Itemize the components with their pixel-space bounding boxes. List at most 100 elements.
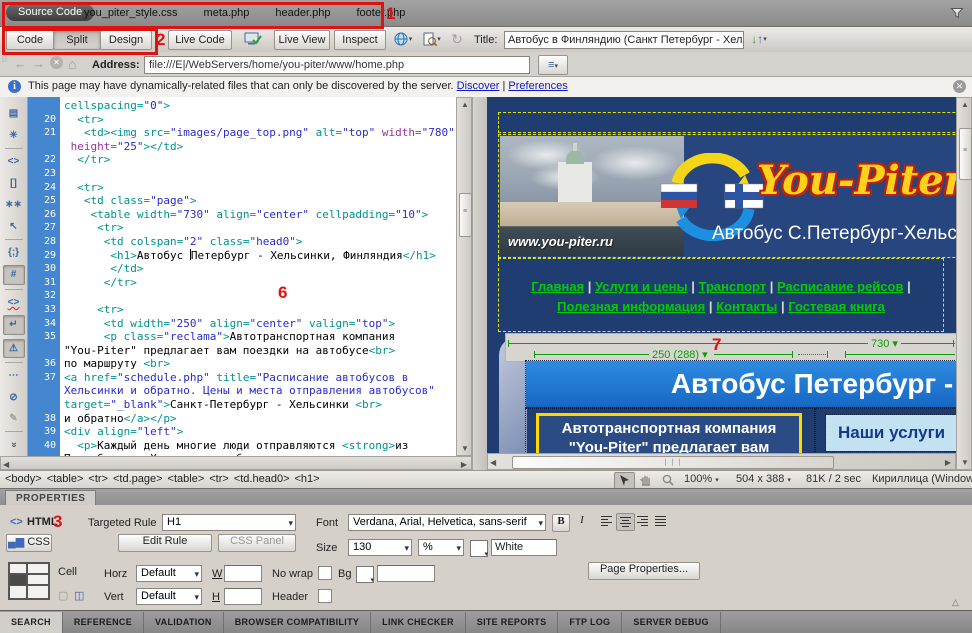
related-file-tab[interactable]: footer.php xyxy=(356,4,405,22)
font-select[interactable]: Verdana, Arial, Helvetica, sans-serif xyxy=(348,514,546,531)
left-table-cell[interactable]: Автотранспортная компания "You-Piter" пр… xyxy=(526,409,814,453)
align-left-icon[interactable] xyxy=(598,513,615,529)
bg-color-swatch[interactable] xyxy=(356,566,374,583)
nav-link[interactable]: Транспорт xyxy=(699,279,767,294)
code-line[interactable]: 20 <tr> xyxy=(28,113,456,127)
toolbar-grip[interactable]: ⁞⁞ xyxy=(2,57,8,64)
code-line[interactable]: 30 </td> xyxy=(28,262,456,276)
code-line[interactable]: 39<div align="left"> xyxy=(28,425,456,439)
address-input[interactable]: file:///E|/WebServers/home/you-piter/www… xyxy=(144,56,530,74)
scroll-right-icon[interactable]: ▶ xyxy=(945,458,951,467)
nav-link[interactable]: Гостевая книга xyxy=(788,299,885,314)
targeted-rule-select[interactable]: H1 xyxy=(162,514,296,531)
design-view[interactable]: www.you-piter.ru xyxy=(487,97,956,453)
check-browser-compatibility-icon[interactable] xyxy=(240,30,266,48)
nav-link[interactable]: Полезная информация xyxy=(557,299,705,314)
horz-select[interactable]: Default xyxy=(136,565,202,582)
align-right-icon[interactable] xyxy=(634,513,651,529)
home-icon[interactable]: ⌂ xyxy=(68,56,76,72)
back-icon[interactable]: ← xyxy=(14,56,27,71)
column-width-menu[interactable]: 250 (288) ▾ xyxy=(649,348,711,361)
source-code-tab[interactable]: Source Code xyxy=(6,4,94,21)
live-code-button[interactable]: Live Code xyxy=(168,30,232,50)
code-line[interactable]: 31 </tr> xyxy=(28,276,456,290)
code-line[interactable]: 36по маршруту <br> xyxy=(28,357,456,371)
nav-link[interactable]: Услуги и цены xyxy=(595,279,688,294)
preview-in-browser-icon[interactable]: ▾ xyxy=(392,30,414,48)
live-view-button[interactable]: Live View xyxy=(274,30,330,50)
code-line[interactable]: 33 <tr> xyxy=(28,303,456,317)
code-line[interactable]: 35 <p class="reclama">Автотранспортная к… xyxy=(28,330,456,344)
css-panel-button[interactable]: CSS Panel xyxy=(218,534,296,552)
size-select[interactable]: 130 xyxy=(348,539,412,556)
code-line[interactable]: 21 <td><img src="images/page_top.png" al… xyxy=(28,126,456,140)
related-file-tab[interactable]: meta.php xyxy=(204,4,250,22)
code-line[interactable]: 22 </tr> xyxy=(28,153,456,167)
code-line[interactable]: 37<a href="schedule.php" title="Расписан… xyxy=(28,371,456,385)
design-view-button[interactable]: Design xyxy=(100,30,152,50)
merge-cells-icon[interactable]: ▢ xyxy=(58,589,68,602)
tag-selector-item[interactable]: <tr> xyxy=(209,473,229,485)
window-size-select[interactable]: 504 x 388 ▾ xyxy=(736,473,791,485)
height-field[interactable] xyxy=(224,588,262,605)
open-documents-icon[interactable]: ▤ xyxy=(4,105,24,122)
color-name-field[interactable]: White xyxy=(491,539,557,556)
close-info-bar-icon[interactable]: ✕ xyxy=(953,80,966,93)
collapse-panel-icon[interactable]: △ xyxy=(952,597,959,608)
results-tab-server-debug[interactable]: SERVER DEBUG xyxy=(622,612,720,633)
tag-selector-item[interactable]: <tr> xyxy=(88,473,108,485)
expand-all-icon[interactable]: ∗∗ xyxy=(4,196,24,213)
code-line[interactable]: cellspacing="0"> xyxy=(28,99,456,113)
scroll-right-icon[interactable]: ▶ xyxy=(461,460,467,469)
bg-color-field[interactable] xyxy=(377,565,435,582)
tag-selector-item[interactable]: <table> xyxy=(47,473,84,485)
page-properties-button[interactable]: Page Properties... xyxy=(588,562,700,580)
tag-selector-item[interactable]: <td.head0> xyxy=(234,473,290,485)
code-view[interactable]: cellspacing="0">20 <tr>21 <td><img src="… xyxy=(28,97,456,456)
check-page-icon[interactable]: ▾ xyxy=(420,30,444,48)
split-view-button[interactable]: Split xyxy=(53,30,101,50)
text-color-swatch[interactable] xyxy=(470,540,488,557)
forward-icon[interactable]: → xyxy=(32,56,45,71)
right-table-cell[interactable]: Наши услуги xyxy=(816,409,956,453)
header-checkbox[interactable] xyxy=(318,589,332,603)
italic-button[interactable]: I xyxy=(573,514,591,532)
title-input[interactable]: Автобус в Финляндию (Санкт Петербург - Х… xyxy=(504,31,744,49)
edit-rule-button[interactable]: Edit Rule xyxy=(118,534,212,552)
results-tab-ftp-log[interactable]: FTP LOG xyxy=(558,612,622,633)
select-tool-icon[interactable] xyxy=(614,472,635,489)
line-numbers-icon[interactable]: # xyxy=(3,265,25,284)
code-line[interactable]: 40 <p>Каждый день многие люди отправляют… xyxy=(28,439,456,453)
code-line[interactable]: 24 <tr> xyxy=(28,181,456,195)
nav-link[interactable]: Главная xyxy=(531,279,584,294)
code-vertical-scrollbar[interactable]: ▲ ≡ ▼ xyxy=(456,97,472,456)
css-mode-button[interactable]: ▄▆ CSS xyxy=(6,534,52,552)
code-line[interactable]: Хельсинки и обратно. Цены и места отправ… xyxy=(28,384,456,398)
split-cell-icon[interactable]: ◫ xyxy=(74,589,84,602)
results-tab-search[interactable]: SEARCH xyxy=(0,612,63,633)
code-scroll-thumb[interactable]: ≡ xyxy=(459,193,472,237)
code-line[interactable]: 34 <td width="250" align="center" valign… xyxy=(28,317,456,331)
design-hscroll-thumb[interactable]: ❘❘❘ xyxy=(512,456,834,469)
apply-comment-icon[interactable]: ⋯ xyxy=(4,367,24,384)
page-h1-heading[interactable]: Автобус Петербург - Хельсинки xyxy=(526,361,956,407)
site-header-image[interactable]: www.you-piter.ru xyxy=(498,134,956,258)
related-file-tab[interactable]: header.php xyxy=(275,4,330,22)
zoom-level-select[interactable]: 100% ▾ xyxy=(684,473,719,485)
scroll-up-icon[interactable]: ▲ xyxy=(457,100,473,109)
collapse-selection-icon[interactable]: [] xyxy=(4,174,24,191)
file-management-icons[interactable]: ↓ ↑ ▾ xyxy=(742,30,776,48)
balance-braces-icon[interactable]: {;} xyxy=(4,244,24,261)
scroll-up-icon[interactable]: ▲ xyxy=(957,100,972,109)
tag-selector-item[interactable]: <h1> xyxy=(295,473,320,485)
inspect-button[interactable]: Inspect xyxy=(334,30,386,50)
design-horizontal-scrollbar[interactable]: ◀ ❘❘❘ ▶ xyxy=(487,453,956,470)
nav-link[interactable]: Контакты xyxy=(716,299,777,314)
design-vertical-scrollbar[interactable]: ▲ ≡ ▼ xyxy=(956,97,972,470)
more-tools-icon[interactable]: » xyxy=(5,435,22,455)
code-line[interactable]: 28 <td colspan="2" class="head0"> xyxy=(28,235,456,249)
align-center-icon[interactable] xyxy=(616,513,635,531)
tag-selector-item[interactable]: <table> xyxy=(168,473,205,485)
live-view-options-icon[interactable]: ≡▾ xyxy=(538,55,568,75)
highlight-invalid-code-icon[interactable]: <> xyxy=(4,294,24,311)
